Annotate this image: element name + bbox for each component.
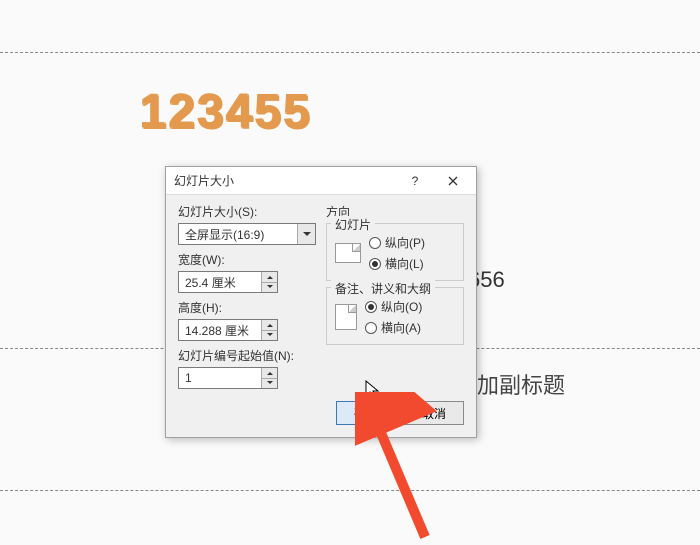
spin-up-icon[interactable] bbox=[262, 320, 277, 331]
notes-orientation-group: 备注、讲义和大纲 纵向(O) 横向(A) bbox=[326, 287, 464, 345]
guide-line bbox=[0, 52, 700, 53]
dialog-titlebar[interactable]: 幻灯片大小 ? bbox=[166, 167, 476, 195]
start-number-spinner[interactable]: 1 bbox=[178, 367, 278, 389]
slides-orientation-group: 幻灯片 纵向(P) 横向(L) bbox=[326, 223, 464, 281]
height-label: 高度(H): bbox=[178, 299, 316, 316]
slide-size-value: 全屏显示(16:9) bbox=[179, 226, 297, 243]
guide-line bbox=[0, 490, 700, 491]
ok-button[interactable]: 确定 bbox=[336, 401, 396, 425]
dialog-button-row: 确定 取消 bbox=[166, 393, 476, 437]
spin-up-icon[interactable] bbox=[262, 368, 277, 379]
width-spinner[interactable]: 25.4 厘米 bbox=[178, 271, 278, 293]
start-number-label: 幻灯片编号起始值(N): bbox=[178, 347, 316, 364]
height-spinner[interactable]: 14.288 厘米 bbox=[178, 319, 278, 341]
slide-size-dialog: 幻灯片大小 ? 幻灯片大小(S): 全屏显示(16:9) 宽度(W): 25.4… bbox=[165, 166, 477, 438]
close-icon bbox=[448, 176, 458, 186]
width-label: 宽度(W): bbox=[178, 251, 316, 268]
spin-up-icon[interactable] bbox=[262, 272, 277, 283]
start-number-value: 1 bbox=[179, 371, 261, 385]
radio-label: 横向(A) bbox=[381, 319, 421, 336]
notes-group-label: 备注、讲义和大纲 bbox=[331, 280, 435, 297]
right-column: 方向 幻灯片 纵向(P) 横向(L) 备注、讲义和大纲 bbox=[326, 203, 464, 389]
notes-portrait-radio[interactable]: 纵向(O) bbox=[365, 298, 422, 315]
width-value: 25.4 厘米 bbox=[179, 274, 261, 291]
dialog-title: 幻灯片大小 bbox=[174, 172, 396, 189]
wordart-text: 123455 bbox=[140, 85, 312, 140]
slides-group-label: 幻灯片 bbox=[331, 216, 375, 233]
page-portrait-icon bbox=[335, 304, 357, 330]
radio-label: 纵向(O) bbox=[381, 298, 422, 315]
spin-down-icon[interactable] bbox=[262, 379, 277, 389]
left-column: 幻灯片大小(S): 全屏显示(16:9) 宽度(W): 25.4 厘米 高度(H… bbox=[178, 203, 316, 389]
notes-landscape-radio[interactable]: 横向(A) bbox=[365, 319, 422, 336]
page-landscape-icon bbox=[335, 243, 361, 263]
spin-down-icon[interactable] bbox=[262, 283, 277, 293]
chevron-down-icon[interactable] bbox=[297, 224, 315, 244]
slides-portrait-radio[interactable]: 纵向(P) bbox=[369, 234, 425, 251]
slide-size-combo[interactable]: 全屏显示(16:9) bbox=[178, 223, 316, 245]
slide-size-label: 幻灯片大小(S): bbox=[178, 203, 316, 220]
close-button[interactable] bbox=[434, 168, 472, 194]
spin-down-icon[interactable] bbox=[262, 331, 277, 341]
subtitle-placeholder[interactable]: 加副标题 bbox=[477, 368, 565, 400]
slides-landscape-radio[interactable]: 横向(L) bbox=[369, 255, 425, 272]
height-value: 14.288 厘米 bbox=[179, 322, 261, 339]
radio-label: 横向(L) bbox=[385, 255, 424, 272]
cancel-button[interactable]: 取消 bbox=[404, 401, 464, 425]
help-button[interactable]: ? bbox=[396, 168, 434, 194]
radio-label: 纵向(P) bbox=[385, 234, 425, 251]
